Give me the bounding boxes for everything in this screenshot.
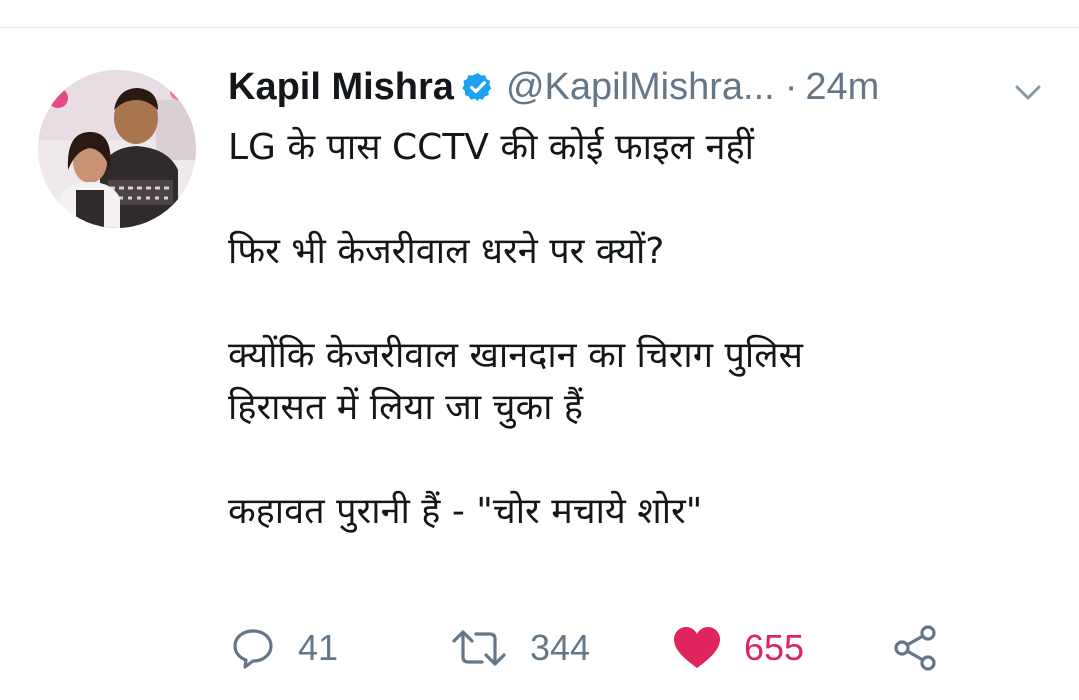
tweet-actions: 41 344 655 [228,620,988,676]
separator-dot: · [784,65,798,108]
avatar-photo [38,70,196,228]
chevron-down-icon[interactable] [1012,78,1044,106]
tweet-timestamp[interactable]: 24m [805,66,879,109]
retweet-icon [452,630,506,666]
display-name[interactable]: Kapil Mishra [228,66,454,109]
tweet-header: Kapil Mishra @KapilMishra... · 24m [228,62,879,112]
tweet-text-line: LG के पास CCTV की कोई फाइल नहीं [228,127,754,168]
retweet-button[interactable]: 344 [450,620,590,676]
like-button[interactable]: 655 [672,620,804,676]
user-handle[interactable]: @KapilMishra... [506,66,775,109]
avatar[interactable] [38,70,196,228]
top-divider [0,27,1079,28]
verified-badge-icon [462,73,492,101]
reply-button[interactable]: 41 [230,620,338,676]
tweet-text-line: कहावत पुरानी हैं - "चोर मचाये शोर" [228,491,703,532]
retweet-count: 344 [530,627,591,668]
tweet-text-line: क्योंकि केजरीवाल खानदान का चिराग पुलिस [228,335,803,376]
tweet-text: LG के पास CCTV की कोई फाइल नहीं फिर भी क… [228,122,1048,538]
share-button[interactable] [890,620,940,676]
reply-count: 41 [298,627,339,668]
reply-icon [233,629,273,669]
heart-icon [674,627,720,668]
like-count: 655 [744,627,805,668]
tweet-text-line: हिरासत में लिया जा चुका हैं [228,387,584,428]
tweet-text-line: फिर भी केजरीवाल धरने पर क्यों? [228,231,665,272]
share-icon [894,625,936,671]
